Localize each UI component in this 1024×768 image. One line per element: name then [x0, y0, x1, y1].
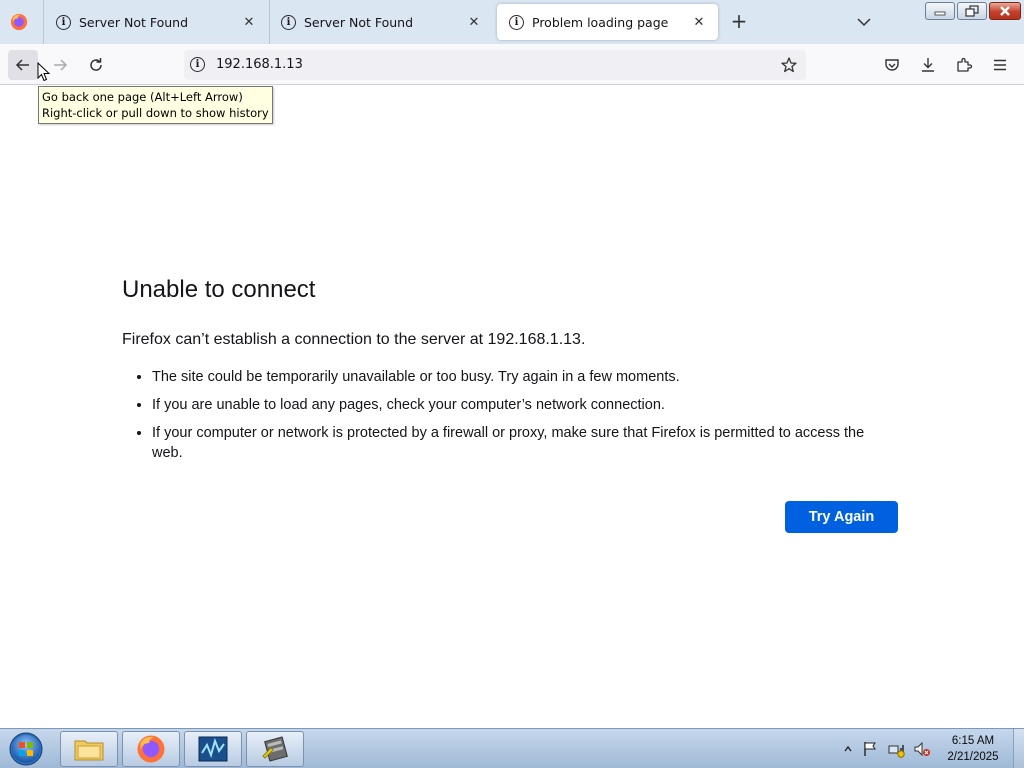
pocket-button[interactable] — [877, 50, 907, 80]
error-suggestion: The site could be temporarily unavailabl… — [152, 367, 898, 387]
close-tab-icon[interactable]: ✕ — [465, 13, 483, 31]
mouse-cursor-icon — [37, 62, 51, 82]
tab-server-not-found-2[interactable]: i Server Not Found ✕ — [269, 4, 493, 40]
info-icon: i — [56, 14, 71, 30]
taskbar-firefox[interactable] — [122, 731, 180, 767]
navigation-toolbar: i 192.168.1.13 — [0, 44, 1024, 85]
bookmark-star-icon[interactable] — [780, 56, 798, 74]
system-tray — [843, 735, 931, 763]
close-tab-icon[interactable]: ✕ — [690, 13, 708, 31]
clock-time: 6:15 AM — [951, 735, 995, 747]
close-tab-icon[interactable]: ✕ — [240, 13, 258, 31]
tooltip-line-2: Right-click or pull down to show history — [42, 106, 269, 120]
firefox-logo-icon[interactable] — [10, 13, 28, 31]
list-all-tabs-chevron-icon[interactable] — [854, 12, 874, 32]
tab-label: Server Not Found — [304, 14, 414, 30]
tooltip-line-1: Go back one page (Alt+Left Arrow) — [42, 90, 243, 104]
tab-problem-loading-page[interactable]: i Problem loading page ✕ — [497, 4, 718, 40]
taskbar-clock[interactable]: 6:15 AM 2/21/2025 — [936, 733, 1010, 765]
volume-muted-icon[interactable] — [913, 740, 931, 758]
error-suggestion: If you are unable to load any pages, che… — [152, 395, 898, 415]
tool-app-icon — [262, 736, 288, 762]
back-button-tooltip: Go back one page (Alt+Left Arrow) Right-… — [38, 86, 273, 124]
taskbar-tool-app[interactable] — [246, 731, 304, 767]
url-text[interactable]: 192.168.1.13 — [216, 57, 303, 72]
forward-arrow-icon — [54, 59, 68, 71]
close-window-icon — [1000, 6, 1010, 16]
minimize-icon — [934, 11, 946, 16]
info-icon: i — [281, 14, 296, 30]
back-button[interactable] — [8, 50, 38, 80]
reload-icon — [90, 58, 102, 71]
downloads-button[interactable] — [913, 50, 943, 80]
tab-label: Server Not Found — [79, 14, 189, 30]
firefox-icon — [137, 735, 165, 763]
app-menu-button[interactable] — [985, 50, 1015, 80]
file-explorer-icon — [74, 740, 104, 761]
windows-taskbar: 6:15 AM 2/21/2025 — [0, 728, 1024, 768]
download-icon — [922, 58, 934, 72]
reload-button[interactable] — [81, 50, 111, 80]
close-window-button[interactable] — [989, 2, 1021, 20]
error-description: Firefox can’t establish a connection to … — [122, 331, 586, 348]
site-info-icon[interactable]: i — [190, 57, 205, 72]
monitor-app-icon — [198, 736, 228, 762]
taskbar-monitor-app[interactable] — [184, 731, 242, 767]
minimize-window-button[interactable] — [925, 2, 955, 20]
address-bar[interactable]: i 192.168.1.13 — [184, 50, 806, 80]
new-tab-button[interactable]: + — [728, 11, 750, 33]
error-suggestion: If your computer or network is protected… — [152, 423, 898, 463]
try-again-button[interactable]: Try Again — [785, 501, 898, 533]
extensions-button[interactable] — [949, 50, 979, 80]
error-suggestions-list: The site could be temporarily unavailabl… — [122, 367, 898, 463]
tab-server-not-found-1[interactable]: i Server Not Found ✕ — [44, 4, 268, 40]
show-desktop-button[interactable] — [1013, 729, 1024, 768]
taskbar-file-explorer[interactable] — [60, 731, 118, 767]
restore-window-button[interactable] — [957, 2, 987, 20]
tab-strip: i Server Not Found ✕ i Server Not Found … — [0, 0, 1024, 44]
error-page-content: Unable to connect Firefox can’t establis… — [122, 276, 898, 471]
network-icon[interactable] — [887, 740, 905, 758]
action-center-flag-icon[interactable] — [861, 740, 879, 758]
info-icon: i — [509, 14, 524, 30]
back-arrow-icon — [15, 59, 29, 71]
clock-date: 2/21/2025 — [947, 751, 999, 763]
hamburger-menu-icon — [994, 59, 1006, 71]
restore-icon — [965, 5, 979, 17]
start-button-windows-logo-icon[interactable] — [6, 731, 46, 767]
pocket-icon — [885, 59, 899, 71]
puzzle-piece-icon — [957, 57, 973, 72]
show-hidden-icons-chevron-icon[interactable] — [843, 744, 853, 754]
error-title: Unable to connect — [122, 276, 316, 303]
tab-label: Problem loading page — [532, 14, 669, 30]
